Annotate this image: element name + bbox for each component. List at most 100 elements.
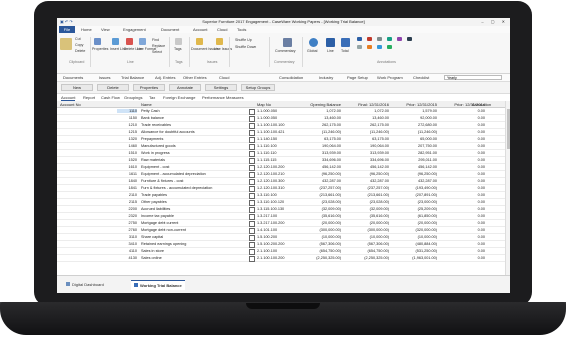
table-row[interactable]: 4110 Sales in store 2.1.100.100 (654,750.00… (57, 248, 510, 255)
cut-button[interactable]: Cut (75, 37, 81, 41)
prior-2014-cell[interactable]: 0.00 (439, 137, 485, 141)
map-no-cell[interactable]: 1.1.000.050 (257, 109, 295, 113)
map-no-cell[interactable]: 1.3.217.100.200 (257, 221, 295, 225)
name-cell[interactable]: Equipment - accumulated depreciation (141, 172, 246, 176)
opening-balance-cell[interactable]: (96,250.00) (297, 172, 341, 176)
account-no-cell[interactable]: 2200 (117, 207, 137, 211)
final-cell[interactable]: 313,939.00 (343, 151, 389, 155)
prior-2014-cell[interactable]: 0.00 (439, 172, 485, 176)
document-link-icon[interactable] (249, 241, 255, 248)
account-no-cell[interactable]: 4110 (117, 249, 137, 253)
prior-2014-cell[interactable]: 0.00 (439, 158, 485, 162)
prior-2015-cell[interactable]: 432,287.00 (391, 179, 437, 183)
nav-documents[interactable]: Documents (63, 75, 83, 80)
final-cell[interactable]: 334,696.00 (343, 158, 389, 162)
document-link-icon[interactable] (249, 129, 255, 136)
check-icon[interactable] (387, 45, 392, 49)
map-no-cell[interactable]: 1.2.120.100.200 (257, 165, 295, 169)
prior-2014-cell[interactable]: 0.00 (439, 249, 485, 253)
name-cell[interactable]: Share capital (141, 235, 246, 239)
final-cell[interactable]: 432,287.00 (343, 179, 389, 183)
map-no-cell[interactable]: 1.1.110.110 (257, 151, 295, 155)
subtab-cash-flow[interactable]: Cash Flow (101, 95, 120, 100)
replace-button[interactable]: Replace (152, 44, 165, 48)
document-link-icon[interactable] (249, 255, 255, 262)
prior-2014-cell[interactable]: 0.00 (439, 123, 485, 127)
opening-balance-cell[interactable]: (237,257.00) (297, 186, 341, 190)
prior-2014-cell[interactable]: 0.00 (439, 109, 485, 113)
opening-balance-cell[interactable]: 313,939.00 (297, 151, 341, 155)
document-link-icon[interactable] (249, 227, 255, 234)
table-row[interactable]: 3110 Share capital 1.5.100.200 (10,000.00)(… (57, 234, 510, 241)
prior-2014-cell[interactable]: 0.00 (439, 221, 485, 225)
nav-checklist[interactable]: Checklist (413, 75, 429, 80)
opening-balance-cell[interactable]: 334,696.00 (297, 158, 341, 162)
account-no-cell[interactable]: 1611 (117, 172, 137, 176)
account-no-cell[interactable]: 1840 (117, 179, 137, 183)
prior-2014-cell[interactable]: 0.00 (439, 235, 485, 239)
prior-2014-cell[interactable]: 0.00 (439, 144, 485, 148)
prior-2015-cell[interactable]: 92,000.00 (391, 116, 437, 120)
table-row[interactable]: 1210 Trade receivables 1.1.100.100.100 262,… (57, 122, 510, 129)
document-link-icon[interactable] (249, 164, 255, 171)
table-row[interactable]: 2320 Income tax payable 1.3.217.100 (35,616… (57, 213, 510, 220)
account-no-cell[interactable]: 1510 (117, 151, 137, 155)
opening-balance-cell[interactable]: 63,175.00 (297, 137, 341, 141)
map-no-cell[interactable]: 1.3.110.100.120 (257, 200, 295, 204)
account-no-cell[interactable]: 2110 (117, 193, 137, 197)
copy-button[interactable]: Copy (75, 43, 83, 47)
tab-home[interactable]: Home (81, 27, 92, 32)
period-dropdown[interactable]: Yearly (444, 74, 502, 80)
nav-trial-balance[interactable]: Trial Balance (121, 75, 144, 80)
prior-2015-cell[interactable]: 295,011.00 (391, 158, 437, 162)
document-link-icon[interactable] (249, 248, 255, 255)
table-row[interactable]: 1510 Work in progress 1.1.110.110 313,939.0… (57, 150, 510, 157)
delete-button[interactable]: Delete (75, 49, 85, 53)
history-icon[interactable] (357, 45, 362, 49)
prior-2015-cell[interactable]: 207,750.00 (391, 144, 437, 148)
final-cell[interactable]: (567,306.00) (343, 242, 389, 246)
table-row[interactable]: 1610 Equipment - cost 1.2.120.100.200 456,1… (57, 164, 510, 171)
subtab-report[interactable]: Report (83, 95, 95, 100)
name-cell[interactable]: Prepayments (141, 137, 246, 141)
opening-balance-cell[interactable]: (35,616.00) (297, 214, 341, 218)
prior-2014-cell[interactable]: 0.00 (439, 186, 485, 190)
name-cell[interactable]: Other payables (141, 200, 246, 204)
map-no-cell[interactable]: 1.1.110.100 (257, 144, 295, 148)
col-opening-balance[interactable]: Opening Balance (297, 102, 341, 107)
select-button[interactable]: Select (152, 50, 162, 54)
document-link-icon[interactable] (249, 206, 255, 213)
window-controls[interactable]: – ▢ ✕ (481, 19, 508, 24)
tab-account[interactable]: Account (193, 27, 207, 32)
table-row[interactable]: 2750 Mortgage debt current 1.3.217.100.200… (57, 220, 510, 227)
final-cell[interactable]: 63,175.00 (343, 137, 389, 141)
opening-balance-cell[interactable]: (32,009.00) (297, 207, 341, 211)
line-annotation-button[interactable]: Line (327, 49, 334, 53)
name-cell[interactable]: Income tax payable (141, 214, 246, 218)
map-no-cell[interactable]: 2.1.100.100.200 (257, 256, 295, 260)
prior-2015-cell[interactable]: (480,884.00) (391, 242, 437, 246)
comment-icon[interactable] (377, 45, 382, 49)
link-icon[interactable] (387, 37, 392, 41)
vertical-scrollbar[interactable] (505, 101, 510, 275)
prior-2014-cell[interactable]: 0.00 (439, 207, 485, 211)
account-no-cell[interactable]: 1210 (117, 123, 137, 127)
prior-2014-cell[interactable]: 0.00 (439, 179, 485, 183)
final-cell[interactable]: (237,257.00) (343, 186, 389, 190)
table-row[interactable]: 2115 Other payables 1.3.110.100.120 (23,028… (57, 199, 510, 206)
scrollbar-thumb[interactable] (506, 109, 510, 149)
opening-balance-cell[interactable]: (300,000.00) (297, 228, 341, 232)
tab-engagement[interactable]: Engagement (123, 27, 146, 32)
map-no-cell[interactable]: 1.1.140.150 (257, 137, 295, 141)
name-cell[interactable]: Furniture & fixtures - cost (141, 179, 246, 183)
final-cell[interactable]: 190,064.00 (343, 144, 389, 148)
document-link-icon[interactable] (249, 185, 255, 192)
prior-2014-cell[interactable]: 0.00 (439, 228, 485, 232)
prior-2015-cell[interactable]: 65,000.00 (391, 137, 437, 141)
prior-2015-cell[interactable]: (10,000.00) (391, 235, 437, 239)
final-cell[interactable]: (213,661.00) (343, 193, 389, 197)
table-row[interactable]: 1460 Manufactured goods 1.1.110.100 190,064… (57, 143, 510, 150)
account-no-cell[interactable]: 4130 (117, 256, 137, 260)
document-link-icon[interactable] (249, 213, 255, 220)
final-cell[interactable]: 13,460.00 (343, 116, 389, 120)
